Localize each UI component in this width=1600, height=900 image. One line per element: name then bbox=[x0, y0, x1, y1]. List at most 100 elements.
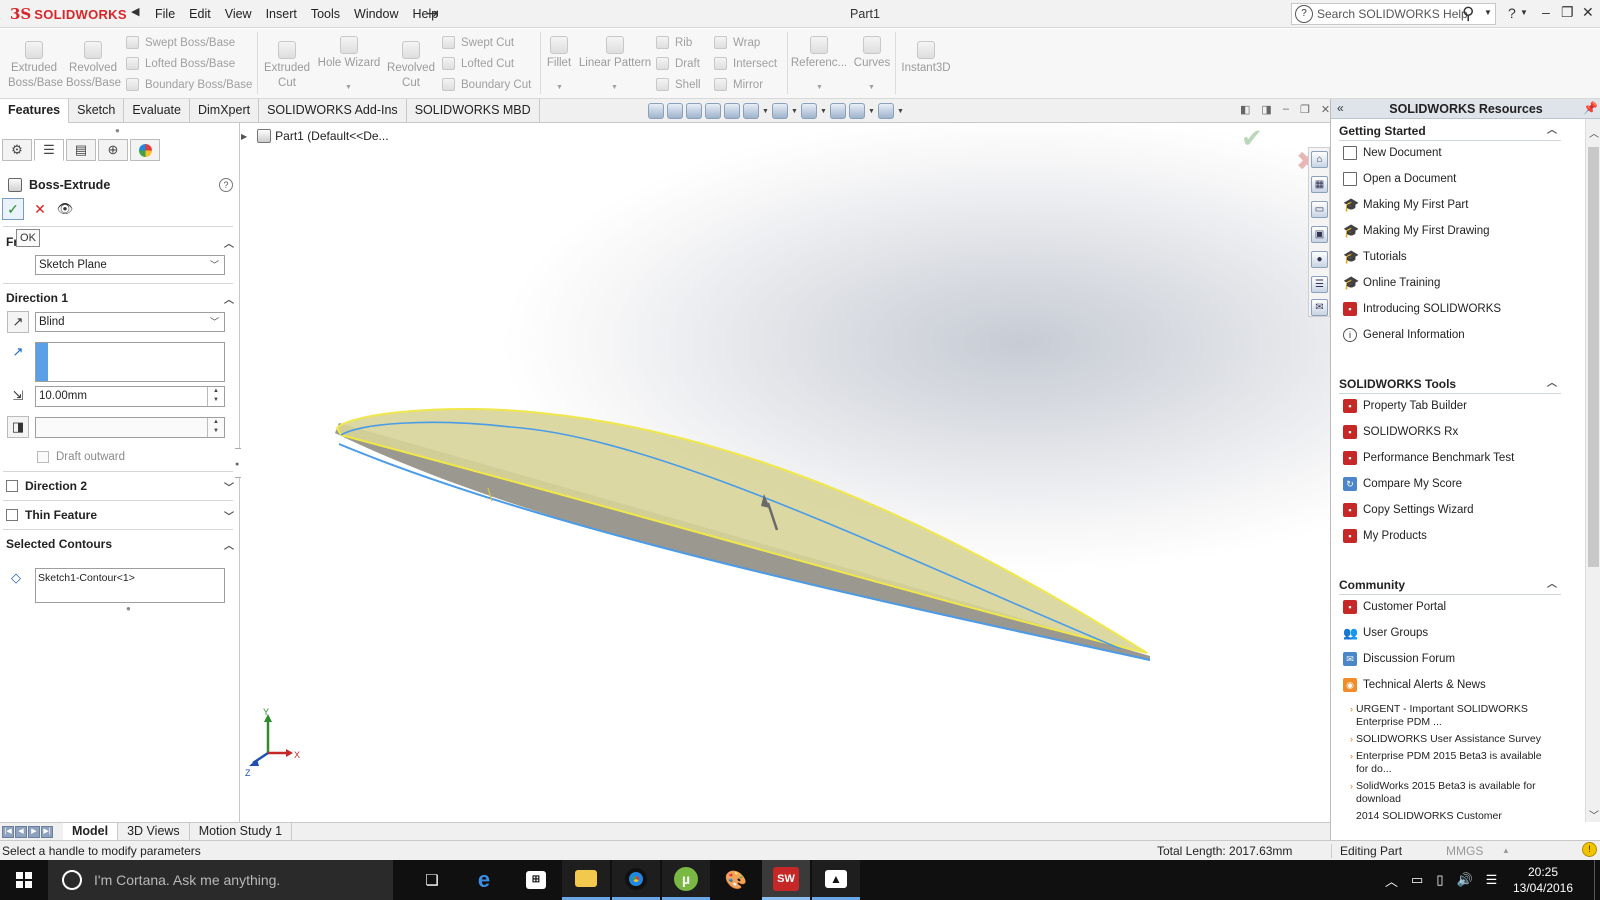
zoom-to-fit-icon[interactable] bbox=[648, 103, 664, 119]
news-text[interactable]: URGENT - Important SOLIDWORKS Enterprise… bbox=[1356, 703, 1528, 728]
airfoil-model[interactable] bbox=[241, 123, 1330, 828]
view-orientation-icon[interactable] bbox=[743, 103, 759, 119]
extruded-cut-button[interactable]: Extruded Cut bbox=[262, 41, 312, 91]
menu-help[interactable]: Help bbox=[406, 7, 446, 21]
expand-chevron-down-icon[interactable]: ﹀ bbox=[224, 508, 234, 523]
detailed-preview-eye-icon[interactable]: 👁 bbox=[56, 199, 74, 219]
hide-show-items-icon[interactable] bbox=[801, 103, 817, 119]
draft-angle-spinbox[interactable]: ▲ ▼ bbox=[35, 417, 225, 438]
view-palette-icon[interactable]: ▣ bbox=[1311, 226, 1328, 243]
link-introducing-solidworks[interactable]: ▪ Introducing SOLIDWORKS bbox=[1343, 302, 1501, 316]
tab-solidworks-add-ins[interactable]: SOLIDWORKS Add-Ins bbox=[259, 99, 407, 122]
first-tab-icon[interactable]: |◀ bbox=[2, 825, 14, 838]
news-item[interactable]: ›2014 SOLIDWORKS Customer bbox=[1356, 810, 1554, 822]
configurationmanager-icon[interactable]: ▤ bbox=[66, 139, 96, 161]
news-text[interactable]: SolidWorks 2015 Beta3 is available for d… bbox=[1356, 780, 1536, 805]
task-pane-scrollbar[interactable]: ︿ ﹀ bbox=[1585, 119, 1600, 822]
scrollbar-thumb[interactable] bbox=[1588, 147, 1599, 567]
link-open-document[interactable]: Open a Document bbox=[1343, 172, 1456, 186]
tab-features[interactable]: Features bbox=[0, 99, 70, 123]
rebuild-status-icon[interactable]: ! bbox=[1582, 842, 1597, 857]
end-condition-select[interactable]: Blind ﹀ bbox=[35, 312, 225, 332]
displaymanager-icon[interactable] bbox=[130, 139, 160, 161]
pin-menu-icon[interactable]: ⇥ bbox=[427, 5, 439, 22]
taskbar-clock[interactable]: 20:25 13/04/2016 bbox=[1508, 864, 1578, 896]
taskbar-store[interactable]: ⊞ bbox=[512, 860, 560, 900]
draft-button[interactable]: Draft bbox=[656, 57, 700, 70]
selected-contours-section-header[interactable]: Selected Contours ︿ bbox=[6, 535, 234, 553]
draft-angle-spin-arrows-icon[interactable]: ▲ ▼ bbox=[207, 418, 224, 437]
action-center-icon[interactable]: ☰ bbox=[1486, 872, 1498, 888]
link-my-products[interactable]: ▪ My Products bbox=[1343, 529, 1427, 543]
instant3d-button[interactable]: Instant3D bbox=[898, 41, 954, 76]
network-icon[interactable]: ▯ bbox=[1436, 872, 1443, 888]
boundary-cut-button[interactable]: Boundary Cut bbox=[442, 78, 531, 91]
collapse-chevron-up-icon[interactable]: ︿ bbox=[1547, 123, 1557, 139]
ok-button[interactable]: ✓ bbox=[2, 198, 24, 220]
link-online-training[interactable]: 🎓 Online Training bbox=[1343, 276, 1440, 290]
reverse-direction-icon[interactable]: ↗ bbox=[7, 311, 29, 333]
panel-splitter-handle[interactable]: ● bbox=[115, 126, 120, 135]
news-text[interactable]: SOLIDWORKS User Assistance Survey bbox=[1356, 733, 1541, 745]
minimize-window-icon[interactable]: – bbox=[1542, 4, 1550, 20]
swept-boss-button[interactable]: Swept Boss/Base bbox=[126, 36, 235, 49]
hole-wizard-button[interactable]: Hole Wizard bbox=[316, 36, 382, 71]
curves-button[interactable]: Curves bbox=[852, 36, 892, 71]
unit-system-select[interactable]: MMGS bbox=[1446, 844, 1483, 858]
confirmation-corner-ok-icon[interactable]: ✔ bbox=[1241, 123, 1263, 154]
taskbar-chrome[interactable] bbox=[612, 860, 660, 900]
taskbar-file-explorer[interactable] bbox=[562, 860, 610, 900]
taskbar-paint[interactable]: 🎨 bbox=[712, 860, 760, 900]
menu-insert[interactable]: Insert bbox=[259, 7, 304, 21]
linear-pattern-chevron-icon[interactable]: ▼ bbox=[611, 84, 618, 91]
help-icon[interactable]: ? bbox=[219, 178, 233, 192]
taskbar-utorrent[interactable]: µ bbox=[662, 860, 710, 900]
pin-task-pane-icon[interactable]: 📌 bbox=[1583, 101, 1598, 115]
revolved-boss-button[interactable]: Revolved Boss/Base bbox=[66, 41, 121, 91]
collapse-chevron-up-icon[interactable]: ︿ bbox=[1547, 577, 1557, 593]
link-performance-benchmark-test[interactable]: ▪ Performance Benchmark Test bbox=[1343, 451, 1514, 465]
draft-outward-checkbox[interactable]: Draft outward bbox=[37, 451, 125, 463]
windows-start-button[interactable] bbox=[0, 860, 48, 900]
direction1-section-header[interactable]: Direction 1 ︿ bbox=[6, 289, 234, 307]
hole-wizard-chevron-icon[interactable]: ▼ bbox=[345, 84, 352, 91]
viewport-close-icon[interactable]: ✕ bbox=[1321, 103, 1330, 116]
menu-window[interactable]: Window bbox=[347, 7, 405, 21]
link-user-groups[interactable]: 👥 User Groups bbox=[1343, 626, 1428, 640]
expand-triangle-icon[interactable]: ▶ bbox=[241, 132, 247, 141]
reference-geometry-button[interactable]: Referenc... bbox=[790, 36, 848, 71]
unit-system-chevron-icon[interactable]: ▲ bbox=[1502, 846, 1510, 855]
close-window-icon[interactable]: ✕ bbox=[1582, 4, 1594, 21]
show-hidden-icons-chevron-icon[interactable]: ︿ bbox=[1385, 871, 1398, 890]
reference-geometry-chevron-icon[interactable]: ▼ bbox=[816, 84, 823, 91]
news-item[interactable]: › SolidWorks 2015 Beta3 is available for … bbox=[1350, 780, 1554, 806]
hide-show-chevron-icon[interactable]: ▼ bbox=[820, 108, 827, 115]
volume-icon[interactable]: 🔊 bbox=[1456, 872, 1472, 888]
view-settings-chevron-icon[interactable]: ▼ bbox=[897, 108, 904, 115]
shell-button[interactable]: Shell bbox=[656, 78, 701, 91]
thin-feature-section-header[interactable]: Thin Feature ﹀ bbox=[6, 506, 234, 524]
direction2-section-header[interactable]: Direction 2 ﹀ bbox=[6, 477, 234, 495]
menu-view[interactable]: View bbox=[218, 7, 259, 21]
collapse-chevron-up-icon[interactable]: ︿ bbox=[1547, 376, 1557, 392]
selected-contour-item[interactable]: Sketch1-Contour<1> bbox=[38, 572, 135, 584]
tile-view-2-icon[interactable]: ◨ bbox=[1261, 103, 1271, 116]
draft-on-off-icon[interactable]: ◨ bbox=[7, 416, 29, 438]
viewport-minimize-icon[interactable]: – bbox=[1283, 103, 1289, 116]
viewport-restore-icon[interactable]: ❐ bbox=[1300, 103, 1310, 116]
link-discussion-forum[interactable]: ✉ Discussion Forum bbox=[1343, 652, 1455, 666]
file-explorer-icon[interactable]: ▭ bbox=[1311, 201, 1328, 218]
power-battery-icon[interactable]: ▭ bbox=[1411, 872, 1423, 888]
list-resize-handle[interactable]: ● bbox=[126, 604, 131, 613]
cortana-search-box[interactable]: I'm Cortana. Ask me anything. bbox=[48, 860, 393, 900]
restore-window-icon[interactable]: ❐ bbox=[1561, 4, 1574, 21]
tab-evaluate[interactable]: Evaluate bbox=[124, 99, 190, 122]
wrap-button[interactable]: Wrap bbox=[714, 36, 760, 49]
thin-feature-checkbox[interactable] bbox=[6, 509, 18, 521]
tab-motion-study-1[interactable]: Motion Study 1 bbox=[190, 822, 293, 841]
boundary-boss-button[interactable]: Boundary Boss/Base bbox=[126, 78, 252, 91]
next-tab-icon[interactable]: ▶ bbox=[28, 825, 40, 838]
collapse-chevron-up-icon[interactable]: ︿ bbox=[224, 537, 234, 552]
design-library-icon[interactable]: ▦ bbox=[1311, 176, 1328, 193]
help-options-chevron-icon[interactable]: ▼ bbox=[1520, 8, 1528, 17]
